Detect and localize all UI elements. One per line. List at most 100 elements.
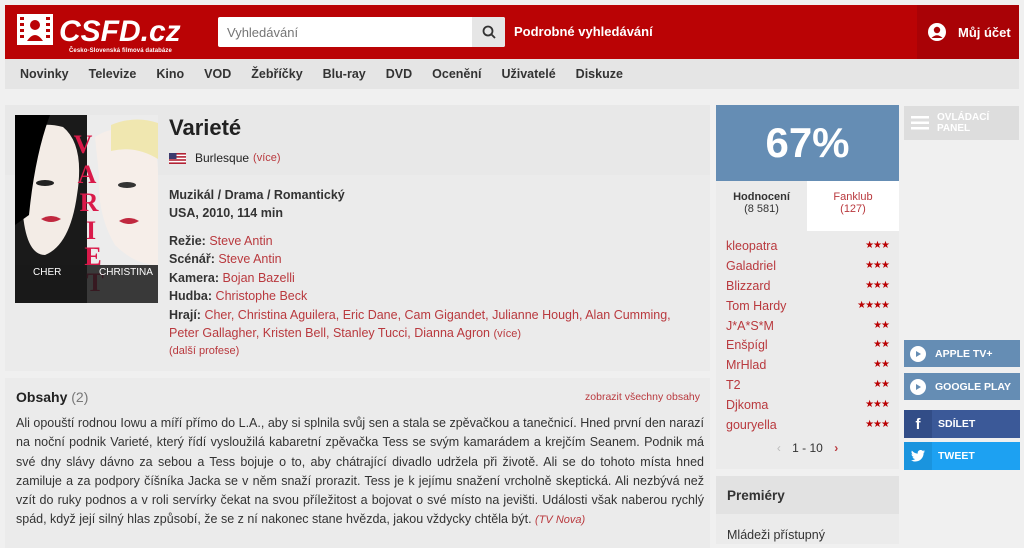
rating-user-link[interactable]: J*A*S*M xyxy=(726,319,774,333)
tab-ratings-label: Hodnocení xyxy=(733,191,790,203)
rating-box: 67% Hodnocení (8 581) Fanklub (127) kleo… xyxy=(716,105,899,469)
us-flag-icon xyxy=(169,152,186,164)
rating-user-link[interactable]: Tom Hardy xyxy=(726,299,786,313)
apple-tv-label: APPLE TV+ xyxy=(935,347,993,360)
other-professions-link[interactable]: (další profese) xyxy=(169,345,239,357)
rating-stars: ★★★ xyxy=(865,419,890,430)
rating-user-link[interactable]: Djkoma xyxy=(726,398,768,412)
account-button[interactable]: Můj účet xyxy=(917,5,1019,59)
tweet-label: TWEET xyxy=(938,450,975,462)
main-nav: Novinky Televize Kino VOD Žebříčky Blu-r… xyxy=(5,59,1019,89)
rating-user-link[interactable]: Blizzard xyxy=(726,279,770,293)
share-label: SDÍLET xyxy=(938,418,976,430)
rating-stars: ★★★ xyxy=(865,399,890,410)
credit-camera: Kamera: Bojan Bazelli xyxy=(169,269,699,287)
rating-stars: ★★★ xyxy=(865,280,890,291)
csfd-logo[interactable]: CSFD.cz Česko-Slovenská filmová databáze xyxy=(15,11,185,55)
rating-percent: 67% xyxy=(716,105,899,181)
poster-name-cher: CHER xyxy=(33,267,61,278)
cast-label: Hrají: xyxy=(169,307,201,322)
search-box xyxy=(218,17,505,47)
poster-image: V A R I E T CHER CHRISTINA xyxy=(15,115,158,303)
nav-item-zebricky[interactable]: Žebříčky xyxy=(251,67,302,81)
logo-subtitle: Česko-Slovenská filmová databáze xyxy=(69,48,172,54)
writer-link[interactable]: Steve Antin xyxy=(218,252,281,266)
rating-user-link[interactable]: Enšpígl xyxy=(726,338,768,352)
nav-item-novinky[interactable]: Novinky xyxy=(20,67,69,81)
rating-row: J*A*S*M ★★ xyxy=(726,316,890,335)
rating-stars: ★★ xyxy=(873,379,890,390)
plot-text-block: Ali opouští rodnou Iowu a míří přímo do … xyxy=(16,414,704,531)
rating-row: Enšpígl ★★ xyxy=(726,335,890,354)
show-all-plots-link[interactable]: zobrazit všechny obsahy xyxy=(585,391,700,403)
user-ratings-list: kleopatra ★★★ Galadriel ★★★ Blizzard ★★★ To… xyxy=(716,231,899,469)
director-label: Režie: xyxy=(169,234,206,248)
tab-fanclub[interactable]: Fanklub (127) xyxy=(807,181,899,231)
ratings-pager: ‹ 1 - 10 › xyxy=(716,441,899,455)
poster-letter-v: V xyxy=(74,130,93,159)
rating-row: Tom Hardy ★★★★ xyxy=(726,296,890,315)
nav-item-bluray[interactable]: Blu-ray xyxy=(323,67,366,81)
play-icon xyxy=(910,378,926,395)
logo-wordmark: CSFD.cz xyxy=(59,15,181,48)
nav-item-televize[interactable]: Televize xyxy=(89,67,137,81)
music-link[interactable]: Christophe Beck xyxy=(216,289,308,303)
top-header: CSFD.cz Česko-Slovenská filmová databáze… xyxy=(5,5,1019,59)
search-input[interactable] xyxy=(218,17,468,47)
film-poster[interactable]: V A R I E T CHER CHRISTINA xyxy=(15,115,158,303)
nav-item-diskuze[interactable]: Diskuze xyxy=(576,67,623,81)
plot-source-link[interactable]: (TV Nova) xyxy=(535,514,585,526)
nav-item-uzivatele[interactable]: Uživatelé xyxy=(501,67,555,81)
nav-item-vod[interactable]: VOD xyxy=(204,67,231,81)
account-label: Můj účet xyxy=(958,24,1011,40)
rating-stars: ★★ xyxy=(873,339,890,350)
advanced-search-link[interactable]: Podrobné vyhledávání xyxy=(514,24,653,39)
pager-prev-button[interactable]: ‹ xyxy=(777,441,781,455)
original-title: Burlesque xyxy=(195,151,250,165)
credit-music: Hudba: Christophe Beck xyxy=(169,287,699,305)
rating-user-link[interactable]: gouryella xyxy=(726,418,777,432)
google-play-label: GOOGLE PLAY xyxy=(935,380,1012,393)
nav-item-dvd[interactable]: DVD xyxy=(386,67,412,81)
poster-name-christina: CHRISTINA xyxy=(99,267,153,278)
writer-label: Scénář: xyxy=(169,252,215,267)
google-play-button[interactable]: GOOGLE PLAY xyxy=(904,373,1020,400)
facebook-icon: f xyxy=(904,410,932,438)
apple-tv-button[interactable]: APPLE TV+ xyxy=(904,340,1020,367)
camera-link[interactable]: Bojan Bazelli xyxy=(223,271,295,285)
cast-more-link[interactable]: (více) xyxy=(494,328,522,340)
rating-stars: ★★★★ xyxy=(857,300,890,311)
tweet-button[interactable]: TWEET xyxy=(904,442,1020,470)
original-title-more-link[interactable]: (více) xyxy=(253,152,281,164)
plot-text: Ali opouští rodnou Iowu a míří přímo do … xyxy=(16,416,704,527)
cast-links[interactable]: Cher, Christina Aguilera, Eric Dane, Cam… xyxy=(169,308,671,340)
user-icon xyxy=(928,23,946,41)
rating-row: Djkoma ★★★ xyxy=(726,395,890,414)
film-info-box: V A R I E T CHER CHRISTINA Varieté Burle… xyxy=(5,105,710,371)
control-panel-label-line2: PANEL xyxy=(937,123,971,134)
facebook-share-button[interactable]: f SDÍLET xyxy=(904,410,1020,438)
menu-icon xyxy=(911,116,929,130)
rating-user-link[interactable]: MrHlad xyxy=(726,358,766,372)
rating-stars: ★★ xyxy=(873,359,890,370)
tab-ratings[interactable]: Hodnocení (8 581) xyxy=(716,181,807,231)
rating-user-link[interactable]: Galadriel xyxy=(726,259,776,273)
film-genre: Muzikál / Drama / Romantický xyxy=(169,188,345,202)
nav-item-kino[interactable]: Kino xyxy=(156,67,184,81)
rating-user-link[interactable]: kleopatra xyxy=(726,239,777,253)
film-title: Varieté xyxy=(169,115,242,140)
pager-next-button[interactable]: › xyxy=(834,441,838,455)
rating-row: Galadriel ★★★ xyxy=(726,256,890,275)
director-link[interactable]: Steve Antin xyxy=(209,234,272,248)
rating-row: gouryella ★★★ xyxy=(726,415,890,434)
rating-stars: ★★★ xyxy=(865,260,890,271)
rating-user-link[interactable]: T2 xyxy=(726,378,741,392)
film-credits: Režie: Steve Antin Scénář: Steve Antin K… xyxy=(169,232,699,343)
poster-letter-i: I xyxy=(86,216,96,245)
search-button[interactable] xyxy=(472,17,505,47)
nav-item-oceneni[interactable]: Ocenění xyxy=(432,67,481,81)
plots-count: (2) xyxy=(71,389,89,405)
plots-title: Obsahy xyxy=(16,389,68,405)
rating-row: T2 ★★ xyxy=(726,375,890,394)
control-panel-button[interactable]: OVLÁDACÍ PANEL xyxy=(904,106,1019,140)
